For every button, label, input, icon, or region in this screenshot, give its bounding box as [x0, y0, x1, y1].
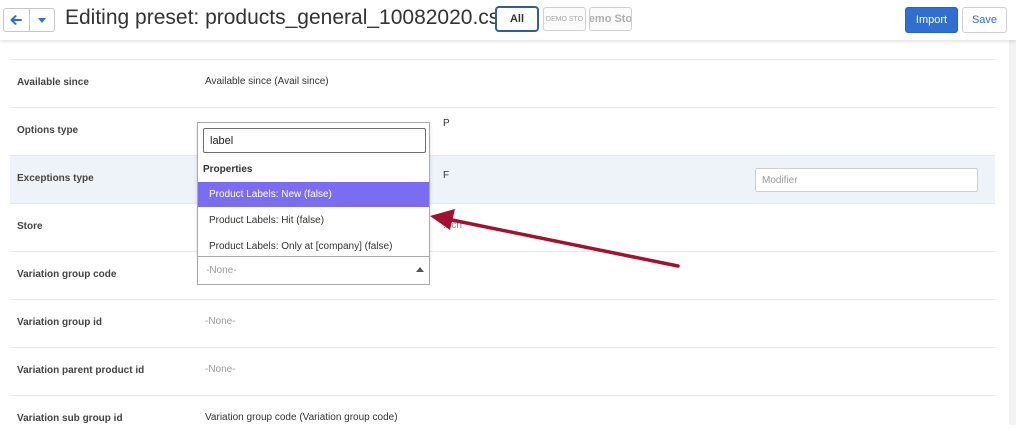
navigation-button-group	[3, 8, 55, 32]
field-mapping-table: Available since Available since (Avail s…	[10, 59, 995, 443]
row-label: Exceptions type	[17, 173, 94, 184]
dropdown-option[interactable]: Product Labels: Hit (false)	[198, 208, 429, 233]
row-value: F	[443, 170, 450, 181]
row-value: ...ch	[443, 220, 462, 231]
row-label: Available since	[17, 77, 89, 88]
import-button[interactable]: Import	[905, 7, 958, 33]
table-row: Exceptions type F	[10, 155, 995, 203]
save-button[interactable]: Save	[962, 7, 1007, 33]
store-thumbnail-second[interactable]: emo Sto	[589, 7, 632, 31]
table-row: Variation group code	[10, 251, 995, 299]
row-value[interactable]: -None-	[205, 316, 236, 327]
dropdown-option[interactable]: Product Labels: New (false)	[198, 182, 429, 207]
row-label: Variation parent product id	[17, 365, 145, 376]
row-label: Store	[17, 221, 43, 232]
row-value: P	[443, 118, 450, 129]
back-button[interactable]	[4, 9, 29, 31]
table-row: Options type P	[10, 107, 995, 155]
modifier-input[interactable]	[755, 168, 978, 192]
dropdown-group-label: Properties	[203, 164, 253, 175]
table-row: Variation group id -None-	[10, 299, 995, 347]
store-thumbnail-demo[interactable]: DEMO STO	[543, 7, 586, 31]
dropdown-option[interactable]: Product Labels: Only at [company] (false…	[198, 234, 429, 259]
variation-group-code-select[interactable]: -None-	[197, 257, 430, 285]
all-stores-button[interactable]: All	[495, 6, 539, 32]
page-title: Editing preset: products_general_1008202…	[65, 6, 510, 29]
dropdown-search-input[interactable]	[203, 128, 426, 153]
navigation-menu-button[interactable]	[28, 9, 55, 31]
row-label: Variation sub group id	[17, 413, 123, 424]
row-value[interactable]: Available since (Avail since)	[205, 76, 329, 87]
row-label: Variation group id	[17, 317, 103, 328]
caret-down-icon	[37, 17, 46, 23]
table-row: Available since Available since (Avail s…	[10, 59, 995, 107]
field-select-dropdown: Properties Product Labels: New (false) P…	[197, 122, 430, 257]
table-row: Variation parent product id -None-	[10, 347, 995, 395]
table-row: Store ...ch	[10, 203, 995, 251]
table-row: Variation sub group id Variation group c…	[10, 395, 995, 443]
row-label: Variation group code	[17, 269, 117, 280]
row-label: Options type	[17, 125, 79, 136]
select-value: -None-	[206, 265, 237, 276]
row-value[interactable]: Variation group code (Variation group co…	[205, 412, 398, 423]
caret-up-icon	[416, 267, 424, 272]
page-scrollbar[interactable]	[1009, 40, 1016, 425]
arrow-left-icon	[10, 15, 23, 25]
row-value[interactable]: -None-	[205, 364, 236, 375]
top-toolbar: Editing preset: products_general_1008202…	[0, 0, 1016, 40]
